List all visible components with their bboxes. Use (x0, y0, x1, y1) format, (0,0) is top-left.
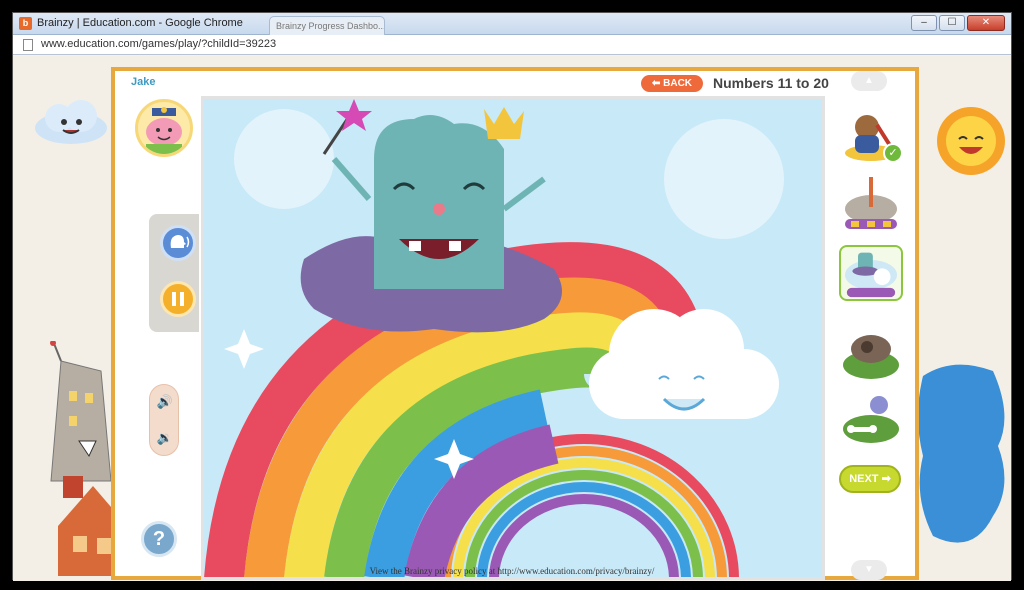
url-text[interactable]: www.education.com/games/play/?childId=39… (41, 38, 276, 50)
crane-scene-icon (845, 177, 897, 229)
player-avatar[interactable] (135, 99, 193, 157)
thumbnail-dog-bone[interactable] (839, 389, 903, 445)
level-thumbnails: ▲ ✓ ▼ (831, 71, 913, 581)
monster-character (300, 99, 562, 333)
volume-down-icon[interactable]: 🔉 (156, 429, 174, 447)
help-button[interactable]: ? (141, 521, 177, 557)
pause-button[interactable] (160, 281, 196, 317)
brainzy-favicon-icon: b (19, 17, 32, 30)
read-aloud-button[interactable] (160, 225, 196, 261)
sun-character-decoration (937, 107, 1005, 175)
page-content: Jake ⬅ BACK Numbers 11 to 20 🔊 🔉 ? ▲ ✓ ▼… (13, 56, 1011, 581)
scroll-up-button[interactable]: ▲ (851, 71, 887, 91)
rainbow-monster-icon (845, 252, 897, 298)
game-frame: Jake ⬅ BACK Numbers 11 to 20 🔊 🔉 ? ▲ ✓ ▼… (111, 67, 919, 580)
title-bar: b Brainzy | Education.com - Google Chrom… (13, 13, 1011, 35)
pause-icon (172, 292, 184, 306)
speaking-head-icon (170, 235, 190, 248)
next-button-label: NEXT (849, 473, 879, 485)
arrow-right-icon: ➡ (881, 473, 891, 485)
window-controls: – ☐ ✕ (911, 15, 1005, 31)
volume-up-icon[interactable]: 🔊 (156, 393, 174, 411)
window-title: Brainzy | Education.com - Google Chrome (37, 17, 243, 29)
privacy-footer: View the Brainzy privacy policy at http:… (369, 566, 655, 576)
avatar-character-icon (146, 107, 182, 154)
back-button-label: BACK (663, 78, 693, 89)
address-bar[interactable]: www.education.com/games/play/?childId=39… (13, 35, 1011, 55)
cloud-character-decoration (35, 100, 107, 144)
maximize-button[interactable]: ☐ (939, 15, 965, 31)
dog-bone-icon (843, 396, 899, 443)
thumbnail-bear-violin[interactable]: ✓ (839, 107, 903, 163)
game-title: Numbers 11 to 20 (713, 75, 829, 91)
game-scene[interactable] (201, 96, 825, 580)
minimize-button[interactable]: – (911, 15, 937, 31)
next-button[interactable]: NEXT ➡ (839, 465, 901, 493)
page-icon (23, 39, 33, 51)
rainbow-monster-illustration (204, 99, 784, 577)
volume-control: 🔊 🔉 (149, 384, 179, 456)
browser-window: b Brainzy | Education.com - Google Chrom… (12, 12, 1012, 581)
blue-splash-decoration (918, 364, 1005, 543)
thumbnail-gorilla-cave[interactable] (839, 325, 903, 381)
thumbnail-crane-scene[interactable] (839, 175, 903, 231)
close-button[interactable]: ✕ (967, 15, 1005, 31)
thumbnail-rainbow-monster[interactable] (839, 245, 903, 301)
player-name: Jake (131, 76, 156, 88)
browser-tab[interactable]: Brainzy Progress Dashbo... (269, 16, 385, 35)
gorilla-cave-icon (843, 335, 899, 379)
completed-check-icon: ✓ (883, 143, 903, 163)
back-button[interactable]: ⬅ BACK (641, 75, 703, 92)
arrow-left-icon: ⬅ (651, 78, 661, 89)
